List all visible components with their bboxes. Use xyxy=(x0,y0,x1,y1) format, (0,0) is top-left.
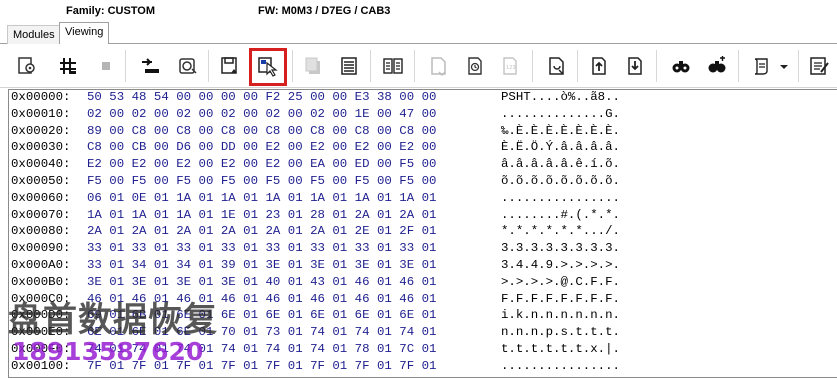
row-hex-bytes[interactable]: C8 00 CB 00 D6 00 DD 00 E2 00 E2 00 E2 0… xyxy=(87,140,436,155)
row-ascii[interactable]: PSHT....ò%..ã8.. xyxy=(501,90,620,105)
row-address: 0x00090: xyxy=(11,241,71,256)
grid-icon[interactable] xyxy=(55,53,81,79)
toolbar-divider xyxy=(208,50,209,82)
row-address: 0x00030: xyxy=(11,140,71,155)
toolbar-divider xyxy=(738,50,739,82)
row-address: 0x00050: xyxy=(11,174,71,188)
row-hex-bytes[interactable]: 06 01 0E 01 1A 01 1A 01 1A 01 1A 01 1A 0… xyxy=(87,191,436,206)
highlight-box xyxy=(249,48,287,86)
toolbar: 123 xyxy=(0,44,837,88)
svg-text:123: 123 xyxy=(506,65,516,71)
row-hex-bytes[interactable]: E2 00 E2 00 E2 00 E2 00 E2 00 EA 00 ED 0… xyxy=(87,157,436,172)
toolbar-divider xyxy=(798,50,799,82)
compare-icon[interactable] xyxy=(380,53,406,79)
title-bar: Family: CUSTOM FW: M0M3 / D7EG / CAB3 xyxy=(0,0,837,22)
find-icon[interactable] xyxy=(668,53,694,79)
row-hex-bytes[interactable]: 1A 01 1A 01 1A 01 1E 01 23 01 28 01 2A 0… xyxy=(87,208,436,223)
row-ascii[interactable]: *.*.*.*.*.*.../. xyxy=(501,224,620,239)
download-icon[interactable] xyxy=(137,53,163,79)
scroll-icon[interactable] xyxy=(748,53,774,79)
settings-icon[interactable] xyxy=(14,53,40,79)
row-hex-bytes[interactable]: 50 53 48 54 00 00 00 00 F2 25 00 00 E3 3… xyxy=(87,90,436,105)
notes-icon[interactable] xyxy=(806,53,832,79)
checksum-icon[interactable]: 123 xyxy=(497,53,523,79)
row-hex-bytes[interactable]: 89 00 C8 00 C8 00 C8 00 C8 00 C8 00 C8 0… xyxy=(87,124,436,139)
family-label: Family: CUSTOM xyxy=(66,5,156,17)
row-address: 0x00000: xyxy=(11,90,71,104)
row-hex-bytes[interactable]: F5 00 F5 00 F5 00 F5 00 F5 00 F5 00 F5 0… xyxy=(87,174,436,189)
row-address: 0x000A0: xyxy=(11,258,71,272)
toolbar-divider xyxy=(370,50,371,82)
toolbar-divider xyxy=(414,50,415,82)
watermark-phone: 18913587620 xyxy=(12,337,204,366)
dropdown-arrow-icon[interactable] xyxy=(776,53,792,79)
row-ascii[interactable]: õ.õ.õ.õ.õ.õ.õ.õ. xyxy=(501,174,620,189)
row-address: 0x000B0: xyxy=(11,274,71,289)
stack-icon[interactable] xyxy=(336,53,362,79)
row-ascii[interactable]: ‰.È.È.È.È.È.È.È. xyxy=(501,124,620,139)
row-ascii[interactable]: n.n.n.p.s.t.t.t. xyxy=(501,325,620,340)
row-ascii[interactable]: i.k.n.n.n.n.n.n. xyxy=(501,308,620,323)
find-next-icon[interactable] xyxy=(704,53,730,79)
row-ascii[interactable]: 3.3.3.3.3.3.3.3. xyxy=(501,241,620,256)
row-hex-bytes[interactable]: 2A 01 2A 01 2A 01 2A 01 2A 01 2A 01 2E 0… xyxy=(87,224,436,239)
toolbar-divider xyxy=(292,50,293,82)
toolbar-divider xyxy=(656,50,657,82)
row-address: 0x00040: xyxy=(11,157,71,172)
row-ascii[interactable]: 3.4.4.9.>.>.>.>. xyxy=(501,258,620,273)
tab-strip: Modules Viewing xyxy=(0,22,837,45)
row-ascii[interactable]: ..............G. xyxy=(501,107,620,122)
row-hex-bytes[interactable]: 33 01 34 01 34 01 39 01 3E 01 3E 01 3E 0… xyxy=(87,258,436,273)
row-address: 0x00010: xyxy=(11,106,71,121)
toolbar-divider xyxy=(125,50,126,82)
row-ascii[interactable]: ........#.(.*.*. xyxy=(501,208,620,223)
page-icon[interactable] xyxy=(426,53,452,79)
row-address: 0x00060: xyxy=(11,190,71,205)
row-ascii[interactable]: â.â.â.â.â.ê.í.õ. xyxy=(501,157,620,172)
row-ascii[interactable]: >.>.>.>.@.C.F.F. xyxy=(501,275,620,290)
jump-end-icon[interactable] xyxy=(622,53,648,79)
row-ascii[interactable]: t.t.t.t.t.t.x.|. xyxy=(501,342,620,357)
toolbar-divider xyxy=(532,50,533,82)
row-ascii[interactable]: ................ xyxy=(501,191,620,206)
tab-modules[interactable]: Modules xyxy=(7,25,61,44)
toolbar-divider xyxy=(577,50,578,82)
tab-viewing[interactable]: Viewing xyxy=(59,22,110,45)
watermark-text: 盘首数据恢复 xyxy=(8,300,218,340)
firmware-label: FW: M0M3 / D7EG / CAB3 xyxy=(258,5,391,17)
paste-icon[interactable] xyxy=(462,53,488,79)
copy-icon[interactable] xyxy=(300,53,326,79)
row-hex-bytes[interactable]: 3E 01 3E 01 3E 01 3E 01 40 01 43 01 46 0… xyxy=(87,275,436,290)
row-ascii[interactable]: È.Ë.Ö.Ý.â.â.â.â. xyxy=(501,140,620,155)
stop-icon[interactable] xyxy=(93,53,119,79)
row-address: 0x00020: xyxy=(11,123,71,138)
row-hex-bytes[interactable]: 33 01 33 01 33 01 33 01 33 01 33 01 33 0… xyxy=(87,241,436,256)
row-address: 0x00070: xyxy=(11,207,71,222)
row-address: 0x00080: xyxy=(11,224,71,239)
row-ascii[interactable]: F.F.F.F.F.F.F.F. xyxy=(501,292,620,307)
edit-page-icon[interactable] xyxy=(543,53,569,79)
jump-start-icon[interactable] xyxy=(586,53,612,79)
row-hex-bytes[interactable]: 02 00 02 00 02 00 02 00 02 00 02 00 1E 0… xyxy=(87,107,436,122)
row-ascii[interactable]: ................ xyxy=(501,359,620,374)
save-icon[interactable] xyxy=(217,53,243,79)
drive-icon[interactable] xyxy=(175,53,201,79)
